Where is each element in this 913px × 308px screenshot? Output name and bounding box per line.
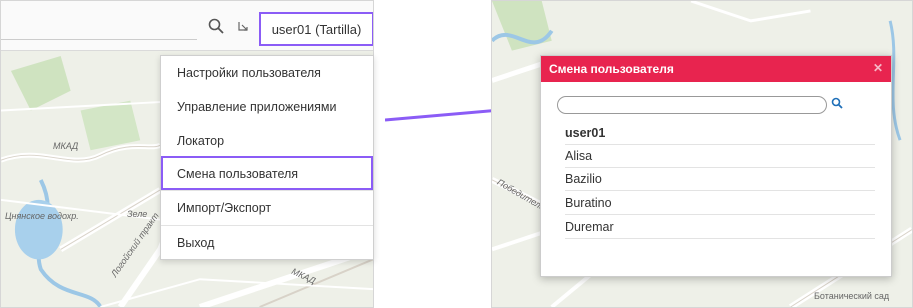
user-dropdown-menu: Настройки пользователя Управление прилож… (160, 55, 374, 260)
dialog-title: Смена пользователя (549, 62, 674, 76)
user-list-item[interactable]: user01 (565, 122, 875, 145)
map-label: МКАД (53, 141, 79, 151)
fullscreen-icon[interactable] (235, 15, 251, 37)
menu-item-import-export[interactable]: Импорт/Экспорт (161, 190, 373, 224)
user-list-item[interactable]: Buratino (565, 192, 875, 215)
menu-item-switch-user[interactable]: Смена пользователя (161, 156, 373, 190)
user-list-item[interactable]: Alisa (565, 145, 875, 168)
search-icon[interactable] (205, 15, 227, 37)
menu-item-logout[interactable]: Выход (161, 225, 373, 259)
menu-item-app-management[interactable]: Управление приложениями (161, 90, 373, 124)
user-list-item[interactable]: Duremar (565, 216, 875, 239)
user-list-item[interactable]: Bazilio (565, 168, 875, 191)
search-icon[interactable] (831, 97, 843, 112)
user-menu-button[interactable]: user01 (Tartilla) (259, 12, 373, 46)
close-icon[interactable]: ✕ (873, 61, 883, 75)
map-label: Ботанический сад (814, 291, 890, 301)
switch-user-dialog: Смена пользователя ✕ user01 Alisa Bazili… (540, 55, 892, 277)
top-toolbar: user01 (Tartilla) (1, 1, 373, 51)
map-label: Цнянское водохр. (5, 211, 79, 221)
menu-item-user-settings[interactable]: Настройки пользователя (161, 56, 373, 90)
map-label: Зеле (127, 209, 148, 219)
user-search-input[interactable] (557, 96, 827, 114)
search-input[interactable] (1, 15, 197, 40)
dialog-header: Смена пользователя ✕ (541, 56, 891, 82)
menu-item-locator[interactable]: Локатор (161, 124, 373, 158)
